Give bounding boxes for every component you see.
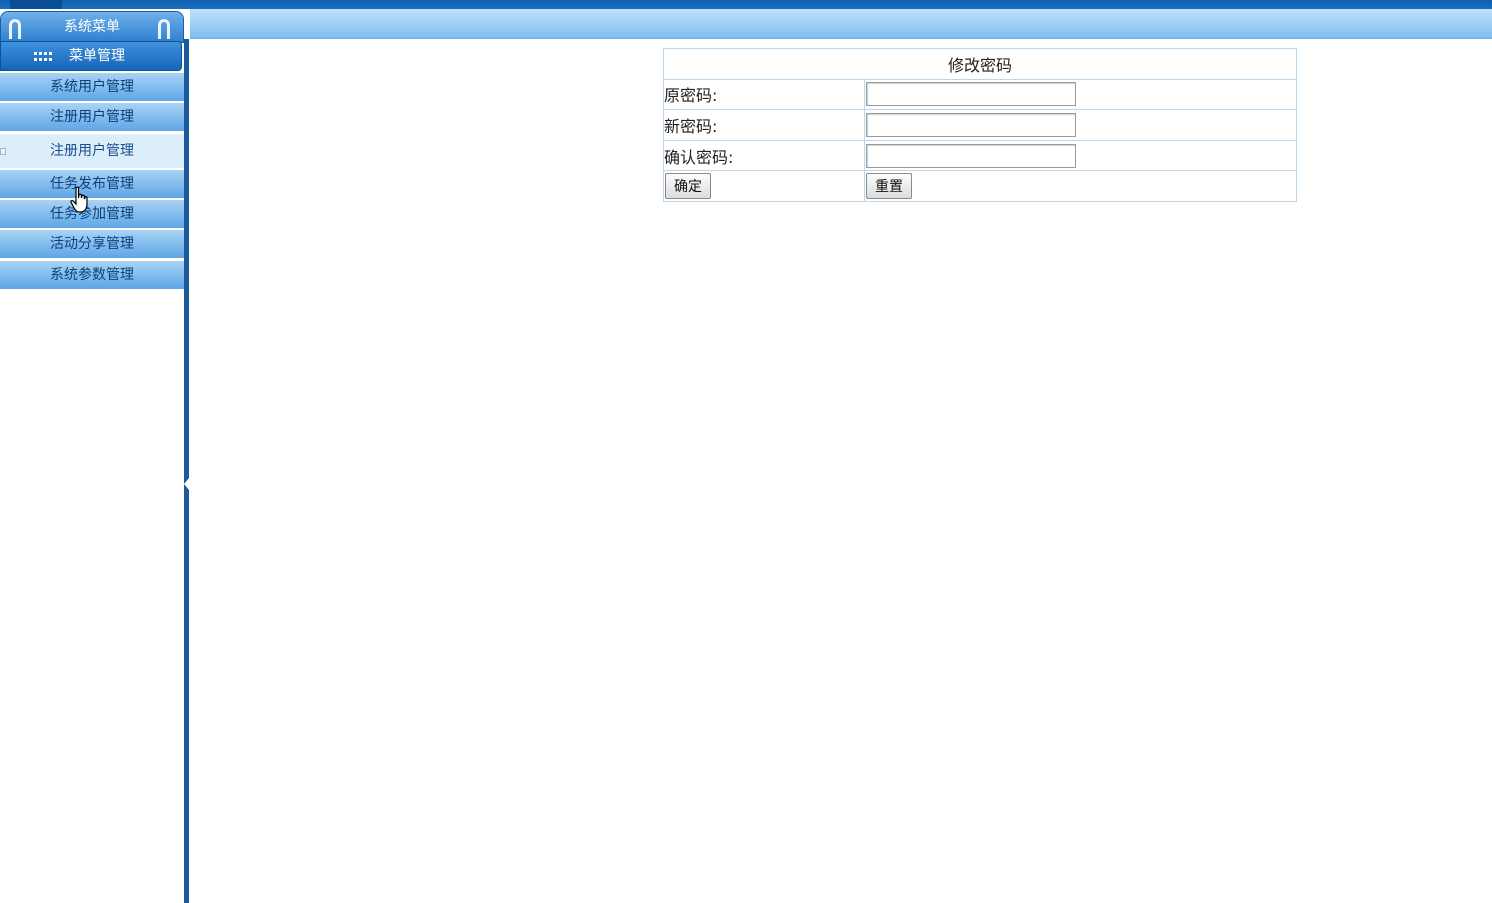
binder-ring-icon [9, 19, 21, 39]
sidebar-item-label: 活动分享管理 [50, 236, 134, 252]
grid-icon [34, 52, 54, 62]
sidebar-item-label: 注册用户管理 [50, 143, 134, 159]
active-marker-icon [0, 148, 6, 155]
header-strip [182, 9, 1492, 39]
sidebar-item-task-publish[interactable]: 任务发布管理 [0, 170, 184, 199]
old-password-label: 原密码: [663, 78, 865, 111]
hand-cursor-icon [70, 186, 88, 213]
sidebar-item-label: 任务发布管理 [50, 176, 134, 192]
sidebar-item-registered-users[interactable]: 注册用户管理 [0, 103, 184, 132]
new-password-label: 新密码: [663, 109, 865, 141]
old-password-input[interactable] [866, 82, 1076, 107]
sidebar-item-registered-users-sub[interactable]: 注册用户管理 [0, 134, 184, 169]
sidebar: 系统菜单 菜单管理 系统用户管理 注册用户管理 注册用户管理 任务发布管理 任务… [0, 9, 190, 903]
reset-cell: 重置 [864, 170, 1297, 202]
new-password-cell [864, 109, 1297, 141]
sidebar-item-task-join[interactable]: 任务参加管理 [0, 200, 184, 229]
collapse-arrow-icon[interactable] [184, 478, 189, 490]
binder-ring-icon [158, 19, 170, 39]
reset-button[interactable]: 重置 [866, 173, 912, 200]
submit-button[interactable]: 确定 [665, 173, 711, 200]
submit-cell: 确定 [663, 170, 865, 202]
change-password-form: 修改密码 原密码: 新密码: 确认密码: 确定 重置 [663, 48, 1297, 202]
confirm-password-cell [864, 139, 1297, 172]
confirm-password-label: 确认密码: [663, 139, 865, 172]
top-bar-tab [10, 0, 62, 9]
sidebar-item-label: 系统参数管理 [50, 267, 134, 283]
sidebar-item-label: 系统用户管理 [50, 79, 134, 95]
form-title: 修改密码 [663, 48, 1297, 80]
old-password-cell [864, 78, 1297, 111]
sidebar-item-activity-share[interactable]: 活动分享管理 [0, 230, 184, 259]
top-bar [0, 0, 1492, 9]
confirm-password-input[interactable] [866, 143, 1076, 168]
menu-group-header[interactable]: 菜单管理 [0, 41, 182, 71]
sidebar-title-bar: 系统菜单 [0, 11, 184, 43]
sidebar-item-system-params[interactable]: 系统参数管理 [0, 261, 184, 290]
new-password-input[interactable] [866, 112, 1076, 137]
sidebar-title: 系统菜单 [64, 19, 120, 35]
sidebar-item-system-users[interactable]: 系统用户管理 [0, 73, 184, 102]
sidebar-divider[interactable] [184, 39, 189, 903]
menu-group-label: 菜单管理 [69, 48, 125, 64]
sidebar-item-label: 注册用户管理 [50, 109, 134, 125]
sidebar-item-label: 任务参加管理 [50, 206, 134, 222]
